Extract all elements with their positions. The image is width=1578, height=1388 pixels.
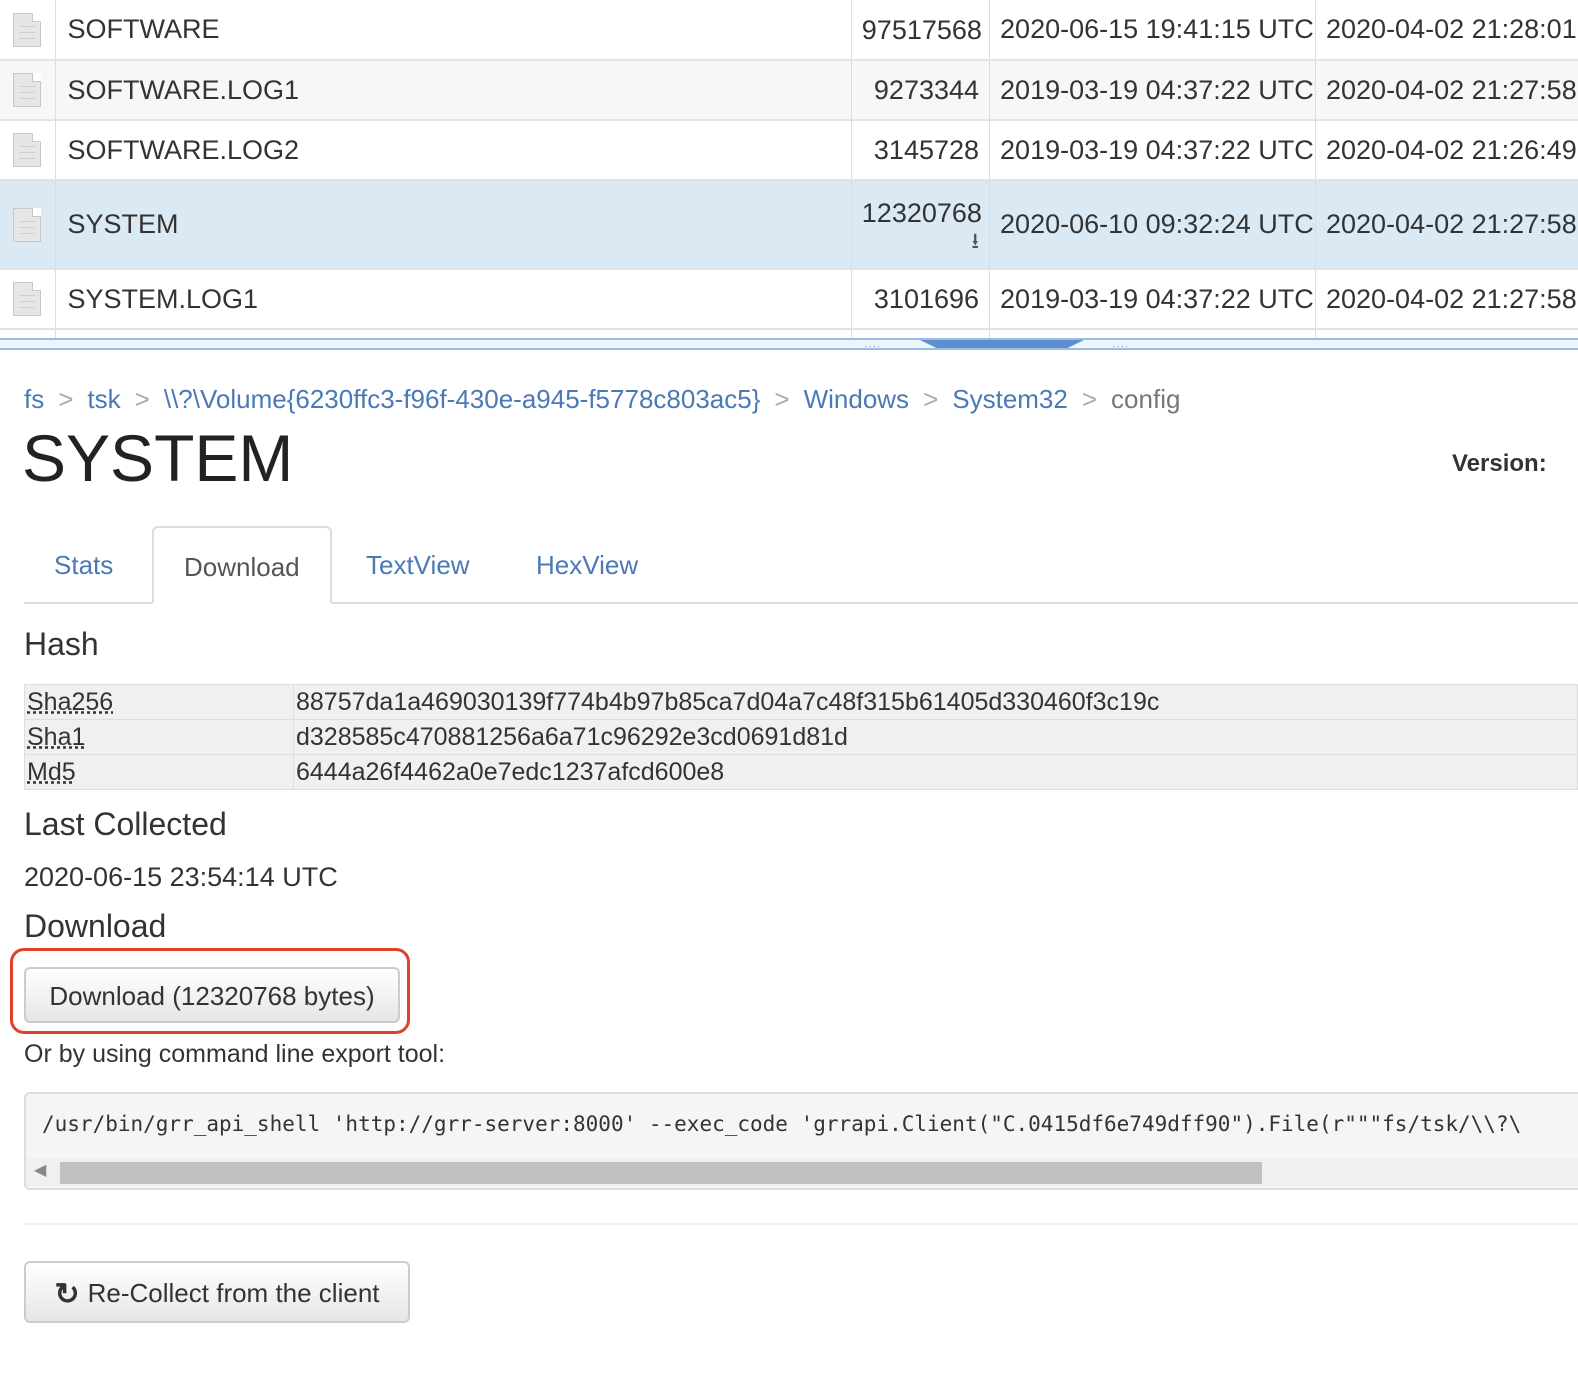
last-collected-value: 2020-06-15 23:54:14 UTC bbox=[24, 862, 338, 892]
file-name[interactable]: SYSTEM.LOG1 bbox=[55, 269, 852, 330]
hash-value: d328585c470881256a6a71c96292e3cd0691d81d bbox=[293, 719, 1578, 755]
file-icon bbox=[13, 282, 42, 316]
breadcrumb-separator: > bbox=[134, 384, 150, 414]
splitter-grip-dots-right: ···· bbox=[1112, 341, 1130, 352]
file-modified-time: 2019-03-19 04:37:22 UTC bbox=[989, 60, 1316, 121]
hash-row: Md5 6444a26f4462a0e7edc1237afcd600e8 bbox=[24, 754, 1578, 790]
table-cell bbox=[55, 329, 852, 338]
file-icon bbox=[13, 12, 42, 47]
splitter-grip-dots-left: ···· bbox=[864, 341, 882, 352]
page-title: SYSTEM bbox=[22, 421, 294, 495]
file-size-cell: 3145728 bbox=[851, 120, 991, 181]
download-heading: Download bbox=[24, 908, 167, 944]
breadcrumb: fs > tsk > \\?\Volume{6230ffc3-f96f-430e-a94… bbox=[24, 384, 1180, 415]
hash-key: Sha1 bbox=[24, 719, 294, 755]
file-size-cell: 9273344 bbox=[851, 60, 991, 121]
hash-value: 88757da1a469030139f774b4b97b85ca7d04a7c4… bbox=[293, 684, 1578, 720]
file-icon bbox=[13, 133, 42, 167]
file-changed-time: 2020-04-02 21:27:58 bbox=[1315, 269, 1578, 330]
scrollbar-thumb[interactable] bbox=[60, 1162, 1262, 1184]
file-icon-cell bbox=[0, 269, 56, 330]
file-size-cell: 12320768 ⭳ bbox=[851, 180, 991, 270]
breadcrumb-separator: > bbox=[58, 384, 74, 414]
file-size: 97517568 bbox=[861, 14, 982, 45]
tab-bar: Stats Download TextView HexView bbox=[24, 526, 1578, 604]
version-label: Version: bbox=[1452, 450, 1547, 477]
table-cell bbox=[989, 329, 1316, 338]
table-row[interactable]: SYSTEM 12320768 ⭳ 2020-06-10 09:32:24 UTC 20… bbox=[0, 180, 1578, 270]
file-size: 9273344 bbox=[873, 75, 980, 105]
recollect-button[interactable]: ↻ Re-Collect from the client bbox=[24, 1261, 410, 1323]
hash-row: Sha256 88757da1a469030139f774b4b97b85ca7… bbox=[24, 684, 1578, 720]
tab-download[interactable]: Download bbox=[152, 526, 332, 604]
download-icon[interactable]: ⭳ bbox=[862, 228, 979, 253]
file-changed-time: 2020-04-02 21:28:01 bbox=[1315, 0, 1578, 61]
cli-command[interactable]: /usr/bin/grr_api_shell 'http://grr-serve… bbox=[42, 1112, 1521, 1136]
hash-value: 6444a26f4462a0e7edc1237afcd600e8 bbox=[293, 754, 1578, 790]
file-icon-cell bbox=[0, 180, 56, 270]
file-modified-time: 2020-06-10 09:32:24 UTC bbox=[989, 180, 1316, 270]
file-icon bbox=[13, 73, 42, 107]
tab-textview[interactable]: TextView bbox=[336, 526, 500, 604]
download-button[interactable]: Download (12320768 bytes) bbox=[24, 967, 400, 1023]
file-icon-cell bbox=[0, 60, 56, 121]
table-cell bbox=[1315, 329, 1578, 338]
file-modified-time: 2020-06-15 19:41:15 UTC bbox=[989, 0, 1316, 61]
hash-heading: Hash bbox=[24, 626, 99, 662]
chevron-left-icon[interactable]: ◀ bbox=[34, 1160, 46, 1180]
file-icon-cell bbox=[0, 120, 56, 181]
table-row[interactable]: SOFTWARE.LOG2 3145728 2019-03-19 04:37:22 … bbox=[0, 120, 1578, 181]
tab-hexview[interactable]: HexView bbox=[506, 526, 668, 604]
breadcrumb-item-tsk[interactable]: tsk bbox=[87, 384, 120, 414]
file-name[interactable]: SOFTWARE.LOG1 bbox=[55, 60, 852, 121]
file-name[interactable]: SOFTWARE bbox=[55, 0, 852, 61]
table-cell bbox=[0, 329, 56, 338]
hash-key: Sha256 bbox=[24, 684, 294, 720]
breadcrumb-separator: > bbox=[1081, 384, 1098, 414]
horizontal-scrollbar[interactable]: ◀ bbox=[26, 1158, 1578, 1186]
file-changed-time: 2020-04-02 21:26:49 bbox=[1315, 120, 1578, 181]
file-list: SOFTWARE 97517568 2020-06-15 19:41:15 UTC 2… bbox=[0, 0, 1578, 338]
breadcrumb-item-system32[interactable]: System32 bbox=[952, 384, 1068, 414]
refresh-icon: ↻ bbox=[54, 1278, 80, 1311]
table-row[interactable]: SOFTWARE 97517568 2020-06-15 19:41:15 UTC 2… bbox=[0, 0, 1578, 61]
hash-key: Md5 bbox=[24, 754, 294, 790]
file-changed-time: 2020-04-02 21:27:58 bbox=[1315, 60, 1578, 121]
file-size-cell: 97517568 bbox=[851, 0, 991, 61]
splitter-handle[interactable] bbox=[920, 340, 1084, 348]
file-size-cell: 3101696 bbox=[851, 269, 991, 330]
file-name[interactable]: SOFTWARE.LOG2 bbox=[55, 120, 852, 181]
recollect-label: Re-Collect from the client bbox=[87, 1278, 380, 1308]
breadcrumb-current: config bbox=[1111, 384, 1181, 414]
cli-command-box[interactable]: /usr/bin/grr_api_shell 'http://grr-serve… bbox=[24, 1092, 1578, 1190]
table-row[interactable]: SYSTEM.LOG1 3101696 2019-03-19 04:37:22 UT… bbox=[0, 269, 1578, 330]
breadcrumb-item-fs[interactable]: fs bbox=[24, 384, 44, 414]
table-row[interactable] bbox=[0, 329, 1578, 338]
divider bbox=[24, 1223, 1578, 1225]
file-modified-time: 2019-03-19 04:37:22 UTC bbox=[989, 269, 1316, 330]
file-name[interactable]: SYSTEM bbox=[55, 180, 852, 270]
file-size: 3101696 bbox=[873, 284, 980, 314]
tab-stats[interactable]: Stats bbox=[24, 526, 143, 604]
file-icon-cell bbox=[0, 0, 56, 61]
hash-row: Sha1 d328585c470881256a6a71c96292e3cd069… bbox=[24, 719, 1578, 755]
hash-table: Sha256 88757da1a469030139f774b4b97b85ca7… bbox=[24, 684, 1578, 790]
file-icon bbox=[13, 207, 42, 242]
file-modified-time: 2019-03-19 04:37:22 UTC bbox=[989, 120, 1316, 181]
file-table: SOFTWARE 97517568 2020-06-15 19:41:15 UTC 2… bbox=[0, 0, 1578, 338]
breadcrumb-separator: > bbox=[774, 384, 790, 414]
breadcrumb-separator: > bbox=[923, 384, 939, 414]
file-size: 3145728 bbox=[873, 135, 980, 165]
breadcrumb-item-windows[interactable]: Windows bbox=[804, 384, 909, 414]
last-collected-heading: Last Collected bbox=[24, 806, 227, 842]
file-changed-time: 2020-04-02 21:27:58 bbox=[1315, 180, 1578, 270]
cli-label: Or by using command line export tool: bbox=[24, 1040, 446, 1068]
table-cell bbox=[851, 329, 991, 338]
file-size: 12320768 bbox=[861, 197, 982, 228]
pane-splitter[interactable]: ···· ···· bbox=[0, 338, 1578, 352]
table-row[interactable]: SOFTWARE.LOG1 9273344 2019-03-19 04:37:22 … bbox=[0, 60, 1578, 121]
breadcrumb-item-volume[interactable]: \\?\Volume{6230ffc3-f96f-430e-a945-f5778… bbox=[164, 384, 761, 414]
